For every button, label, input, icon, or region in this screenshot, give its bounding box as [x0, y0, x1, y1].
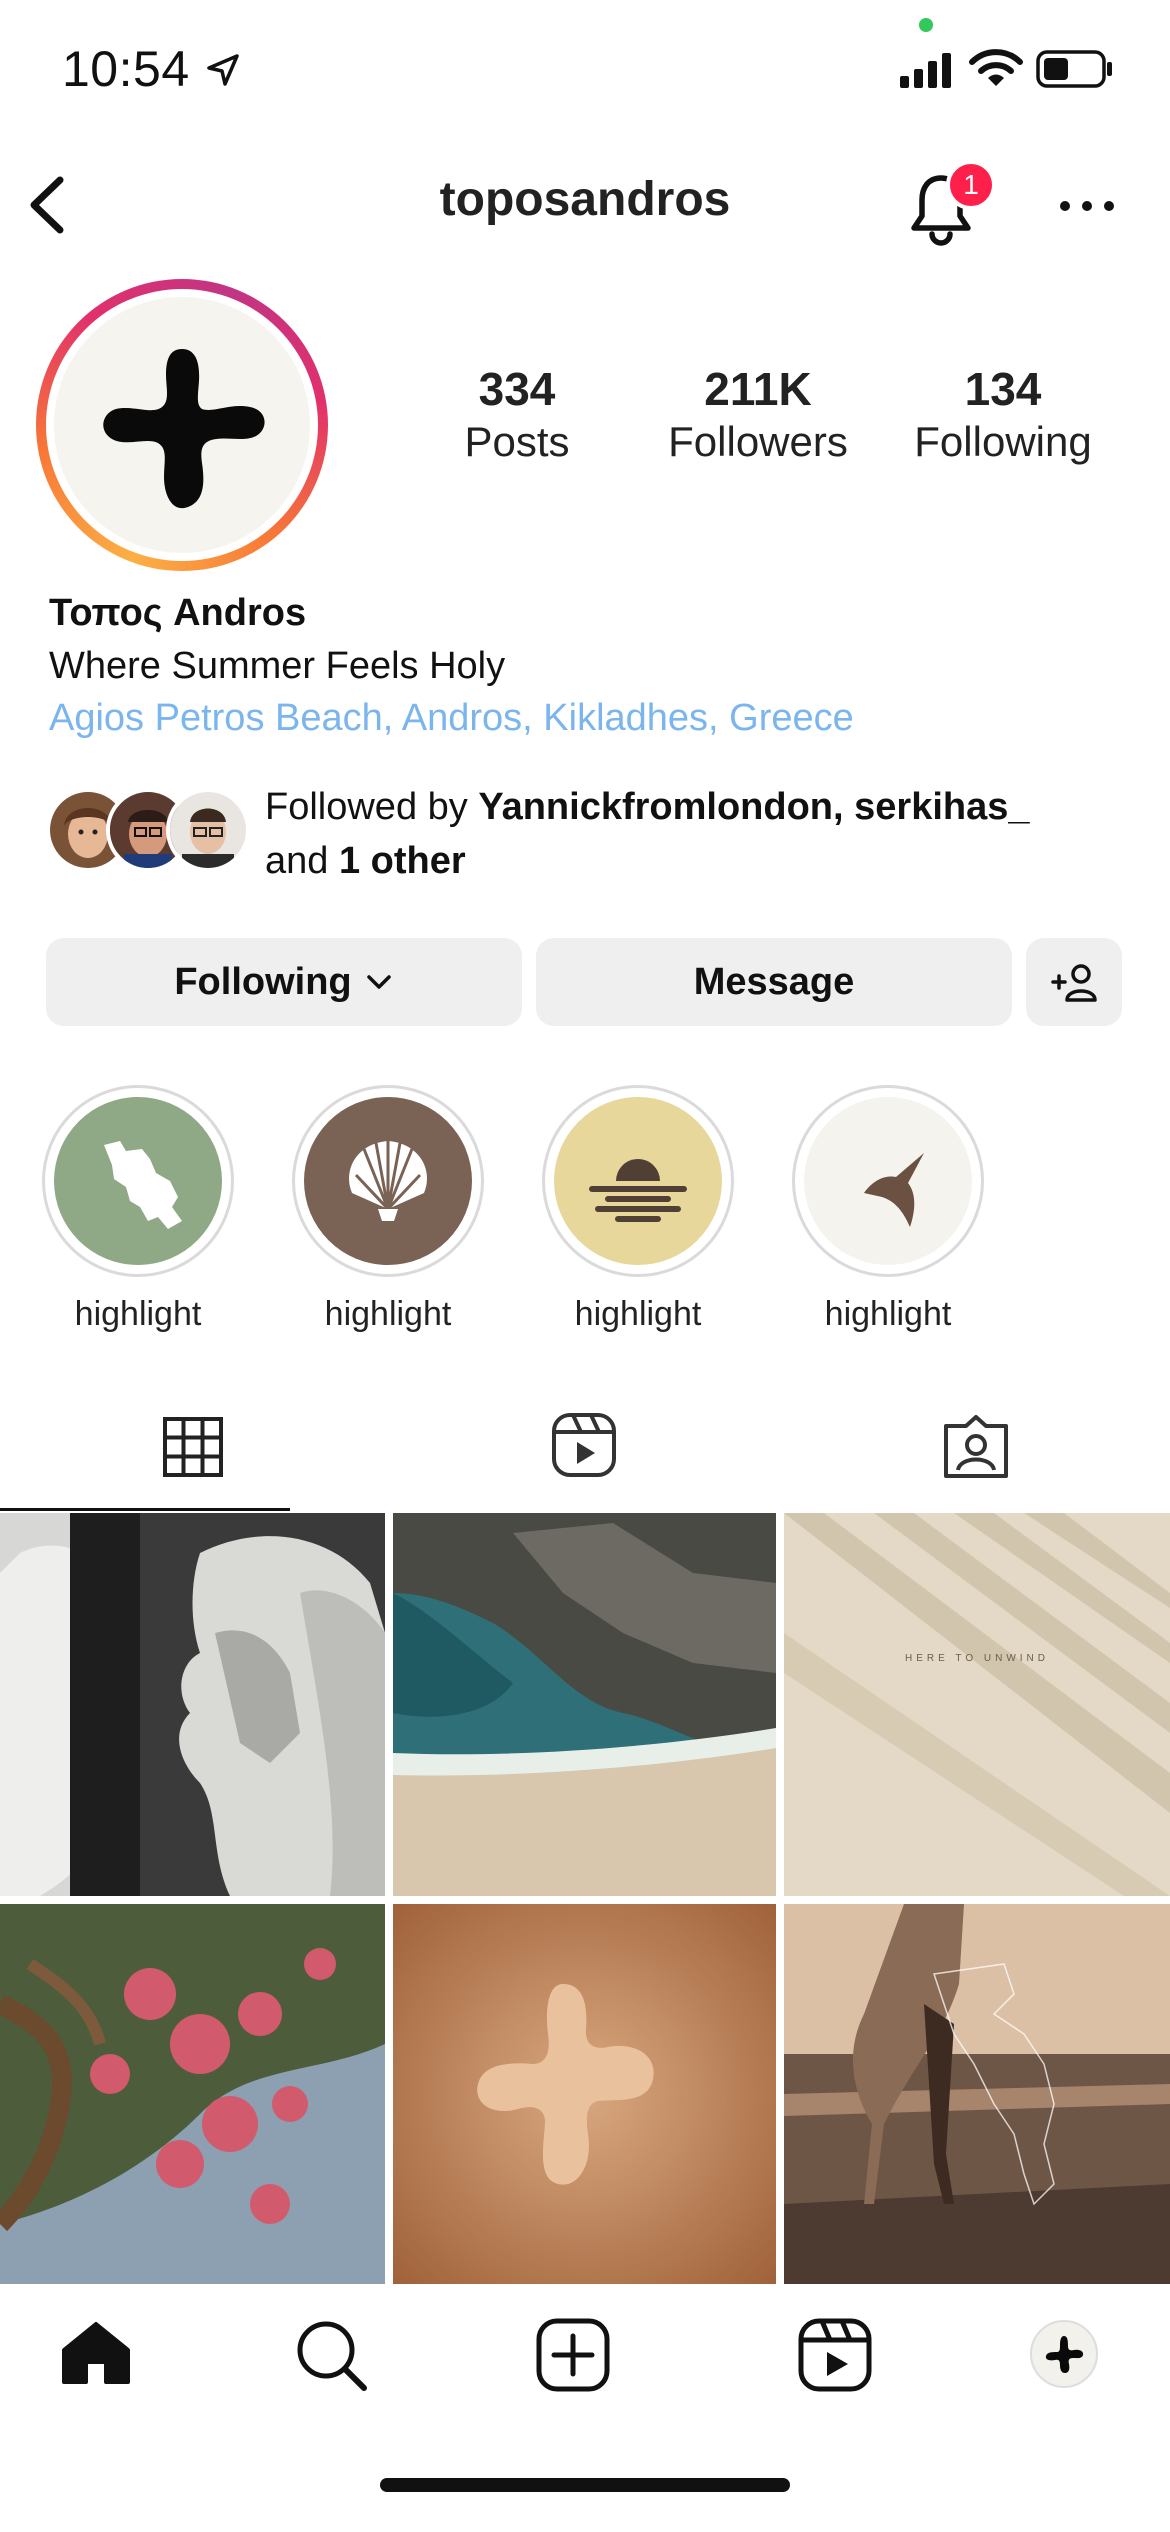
status-time: 10:54	[62, 41, 190, 97]
chevron-down-icon	[366, 975, 391, 989]
more-options-icon[interactable]	[1058, 196, 1116, 216]
search-icon[interactable]	[294, 2318, 368, 2392]
bird-icon	[864, 1153, 924, 1227]
location-arrow-icon	[207, 54, 239, 86]
highlight-cover	[304, 1097, 472, 1265]
battery-icon	[1036, 50, 1112, 88]
stat-value: 134	[964, 363, 1042, 415]
seashell-icon	[349, 1141, 427, 1221]
notification-badge: 1	[946, 160, 996, 210]
island-map-icon	[104, 1141, 182, 1229]
highlight-cover	[54, 1097, 222, 1265]
post-overlay-text: HERE TO UNWIND	[905, 1653, 1049, 1664]
highlight-label: highlight	[574, 1295, 702, 1333]
highlight-label: highlight	[74, 1295, 202, 1333]
cross-logo-icon	[103, 349, 265, 509]
followed-by-text[interactable]: Followed by Yannickfromlondon, serkihas_…	[265, 780, 1145, 888]
highlight-cover	[554, 1097, 722, 1265]
tagged-tab[interactable]	[942, 1414, 1010, 1480]
wifi-icon	[969, 49, 1023, 86]
stat-posts[interactable]: 334 Posts	[407, 362, 627, 466]
stat-value: 211K	[704, 363, 812, 415]
reels-tab[interactable]	[551, 1412, 617, 1478]
post-palm-shadow[interactable]: HERE TO UNWIND	[784, 1513, 1170, 1896]
post-sea-walk[interactable]	[784, 1904, 1170, 2284]
bio-tagline: Where Summer Feels Holy	[49, 645, 506, 687]
home-icon[interactable]	[60, 2320, 132, 2386]
sunset-icon	[589, 1159, 687, 1222]
active-tab-indicator	[0, 1508, 290, 1511]
mutual-avatar-3[interactable]	[166, 788, 250, 872]
stat-value: 334	[478, 363, 556, 415]
highlight-2[interactable]	[292, 1085, 484, 1277]
post-sand-cross[interactable]	[393, 1904, 776, 2284]
stat-label: Following	[914, 418, 1092, 465]
suggest-people-button[interactable]	[1026, 938, 1122, 1026]
reels-icon[interactable]	[798, 2318, 872, 2392]
stat-followers[interactable]: 211K Followers	[648, 362, 868, 466]
message-button[interactable]: Message	[536, 938, 1012, 1026]
followed-by-others: 1 other	[338, 840, 466, 882]
location-link[interactable]: Agios Petros Beach, Andros, Kikladhes, G…	[49, 697, 854, 740]
message-button-label: Message	[693, 960, 855, 1003]
stat-label: Followers	[668, 418, 848, 465]
create-post-icon[interactable]	[536, 2318, 610, 2392]
following-button-label: Following	[174, 960, 352, 1003]
signal-icon	[900, 53, 951, 88]
privacy-indicator	[919, 18, 933, 32]
display-name: Τοπος Andros	[49, 592, 307, 634]
followed-by-and: and	[265, 840, 339, 882]
highlight-1[interactable]	[42, 1085, 234, 1277]
grid-tab[interactable]	[162, 1416, 224, 1478]
stat-label: Posts	[464, 418, 570, 465]
post-statues[interactable]	[0, 1513, 385, 1896]
highlight-label: highlight	[824, 1295, 952, 1333]
cross-logo-icon	[1045, 2336, 1084, 2373]
profile-tab-avatar[interactable]	[1030, 2320, 1098, 2388]
add-person-icon	[1051, 964, 1097, 1002]
home-indicator	[380, 2478, 790, 2492]
highlight-cover	[804, 1097, 972, 1265]
highlight-label: highlight	[324, 1295, 452, 1333]
post-beach-rocks[interactable]	[393, 1513, 776, 1896]
highlight-3[interactable]	[542, 1085, 734, 1277]
followed-by-prefix: Followed by	[265, 786, 479, 828]
stat-following[interactable]: 134 Following	[893, 362, 1113, 466]
post-bougainvillea[interactable]	[0, 1904, 385, 2284]
highlight-4[interactable]	[792, 1085, 984, 1277]
followed-by-names: Yannickfromlondon, serkihas_	[478, 786, 1030, 828]
avatar[interactable]	[54, 297, 310, 553]
following-button[interactable]: Following	[46, 938, 522, 1026]
